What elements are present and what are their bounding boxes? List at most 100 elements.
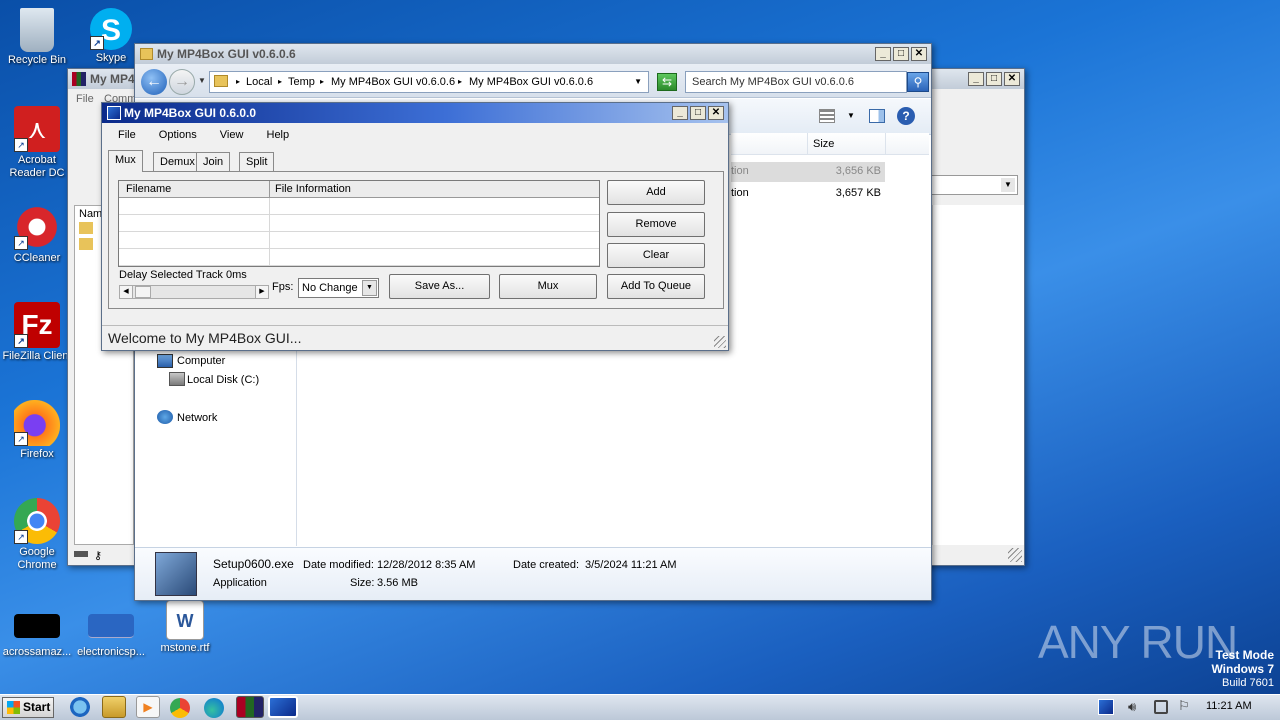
file-grid[interactable]: Filename File Information [118, 180, 600, 267]
filezilla-icon: Fz ↗ [14, 302, 60, 348]
chevron-down-icon[interactable]: ▼ [1001, 178, 1015, 192]
desktop-icon-label: mstone.rtf [160, 642, 210, 654]
forward-arrow-icon[interactable]: → [169, 69, 195, 95]
breadcrumb-local[interactable]: Local [246, 72, 272, 92]
menu-file[interactable]: File [76, 93, 94, 105]
close-button[interactable]: ✕ [1004, 72, 1020, 86]
start-button[interactable]: Start [2, 697, 54, 718]
help-icon[interactable]: ? [897, 107, 915, 125]
view-dropdown-icon[interactable]: ▼ [847, 111, 855, 120]
tab-split[interactable]: Split [239, 152, 275, 171]
mp4box-titlebar[interactable]: My MP4Box GUI 0.6.0.0 _ □ ✕ [102, 103, 728, 123]
preview-pane-icon[interactable] [869, 109, 885, 123]
column-header-file-information[interactable]: File Information [275, 183, 351, 195]
scroll-right-icon[interactable]: ▶ [255, 286, 268, 298]
menu-help[interactable]: Help [257, 124, 300, 146]
remove-button[interactable]: Remove [607, 212, 705, 237]
address-bar[interactable]: ▸ Local ▸ Temp ▸ My MP4Box GUI v0.6.0.6 … [209, 71, 649, 93]
media-player-icon[interactable]: ▶ [136, 696, 160, 718]
file-explorer-icon[interactable] [102, 696, 126, 718]
breadcrumb-separator-icon[interactable]: ▸ [320, 72, 324, 92]
breadcrumb-folder-2[interactable]: My MP4Box GUI v0.6.0.6 [469, 72, 593, 92]
desktop-icon-acrossamaz[interactable]: acrossamaz... [0, 614, 74, 659]
chrome-taskbar-icon[interactable] [170, 698, 190, 718]
menu-view[interactable]: View [210, 124, 254, 146]
desktop-icon-electronicsp[interactable]: electronicsp... [74, 614, 148, 659]
menu-options[interactable]: Options [149, 124, 207, 146]
mp4box-window[interactable]: My MP4Box GUI 0.6.0.0 _ □ ✕ File Options… [101, 102, 729, 351]
mp4box-taskbar-icon[interactable] [268, 696, 298, 718]
mux-button[interactable]: Mux [499, 274, 597, 299]
breadcrumb-temp[interactable]: Temp [288, 72, 315, 92]
clock[interactable]: 11:21 AM [1206, 700, 1252, 712]
maximize-button[interactable]: □ [690, 106, 706, 120]
clear-button[interactable]: Clear [607, 243, 705, 268]
add-button[interactable]: Add [607, 180, 705, 205]
details-date-modified-label: Date modified: [303, 559, 374, 571]
view-options-icon[interactable] [819, 109, 835, 123]
file-row[interactable]: tion 3,657 KB [731, 184, 885, 204]
desktop-icon-filezilla[interactable]: Fz ↗ FileZilla Client [0, 302, 74, 363]
action-center-flag-icon[interactable]: ⚐ [1178, 698, 1190, 714]
desktop-icon-chrome[interactable]: ↗ Google Chrome [0, 498, 74, 572]
menu-file[interactable]: File [108, 124, 146, 146]
search-icon[interactable]: ⚲ [907, 72, 929, 92]
chevron-down-icon[interactable]: ▼ [362, 280, 377, 296]
resize-grip-icon[interactable] [714, 336, 726, 348]
fps-select[interactable]: No Change ▼ [298, 278, 379, 298]
back-arrow-icon[interactable]: ← [141, 69, 167, 95]
address-dropdown-icon[interactable]: ▼ [634, 72, 642, 92]
file-icon [88, 614, 134, 638]
slider-thumb[interactable] [135, 286, 151, 298]
desktop-icon-mstone[interactable]: W mstone.rtf [148, 600, 222, 655]
tab-demux[interactable]: Demux [153, 152, 202, 171]
back-path-dropdown[interactable]: ▼ [928, 175, 1018, 195]
tab-mux[interactable]: Mux [108, 150, 143, 172]
grid-row[interactable] [119, 198, 599, 215]
nav-computer[interactable]: Computer [177, 355, 225, 367]
scroll-left-icon[interactable]: ◀ [120, 286, 133, 298]
recent-pages-chevron-icon[interactable]: ▼ [198, 76, 206, 85]
windows-version-line: Windows 7 [1211, 662, 1274, 676]
breadcrumb-separator-icon[interactable]: ▸ [278, 72, 282, 92]
resize-grip-icon[interactable] [1008, 548, 1022, 562]
tray-app-icon[interactable] [1098, 699, 1114, 715]
minimize-button[interactable]: _ [672, 106, 688, 120]
nav-network[interactable]: Network [177, 412, 217, 424]
delay-label: Delay Selected Track 0ms [119, 269, 247, 281]
desktop-icon-ccleaner[interactable]: ↗ CCleaner [0, 204, 74, 265]
edge-icon[interactable] [204, 698, 224, 718]
close-button[interactable]: ✕ [911, 47, 927, 61]
add-to-queue-button[interactable]: Add To Queue [607, 274, 705, 299]
desktop-icon-recycle-bin[interactable]: Recycle Bin [0, 8, 74, 67]
breadcrumb-separator-icon[interactable]: ▸ [236, 72, 240, 92]
minimize-button[interactable]: _ [968, 72, 984, 86]
desktop-icon-firefox[interactable]: ↗ Firefox [0, 400, 74, 461]
file-row-selected[interactable]: tion 3,656 KB [731, 162, 885, 182]
winrar-taskbar-icon[interactable] [236, 696, 264, 718]
refresh-icon[interactable]: ⇆ [657, 73, 677, 91]
grid-row[interactable] [119, 249, 599, 266]
volume-icon[interactable]: 🔊︎ [1128, 699, 1136, 715]
breadcrumb-separator-icon[interactable]: ▸ [458, 72, 462, 92]
window-title: My MP4 [90, 72, 135, 86]
file-size: 3,656 KB [835, 165, 881, 177]
internet-explorer-icon[interactable] [68, 696, 92, 718]
nav-local-disk[interactable]: Local Disk (C:) [187, 374, 259, 386]
tab-join[interactable]: Join [196, 152, 231, 171]
close-button[interactable]: ✕ [708, 106, 724, 120]
column-header-size[interactable]: Size [813, 138, 834, 150]
network-tray-icon[interactable] [1154, 700, 1168, 714]
minimize-button[interactable]: _ [875, 47, 891, 61]
desktop-icon-acrobat[interactable]: ⋏ ↗ Acrobat Reader DC [0, 106, 74, 180]
grid-row[interactable] [119, 232, 599, 249]
maximize-button[interactable]: □ [893, 47, 909, 61]
search-input[interactable]: Search My MP4Box GUI v0.6.0.6 [685, 71, 907, 93]
breadcrumb-folder-1[interactable]: My MP4Box GUI v0.6.0.6 [331, 72, 455, 92]
grid-row[interactable] [119, 215, 599, 232]
save-as-button[interactable]: Save As... [389, 274, 490, 299]
maximize-button[interactable]: □ [986, 72, 1002, 86]
column-header-filename[interactable]: Filename [126, 183, 171, 195]
delay-slider[interactable]: ◀ ▶ [119, 285, 269, 299]
explorer-titlebar[interactable]: My MP4Box GUI v0.6.0.6 _ □ ✕ [135, 44, 931, 64]
